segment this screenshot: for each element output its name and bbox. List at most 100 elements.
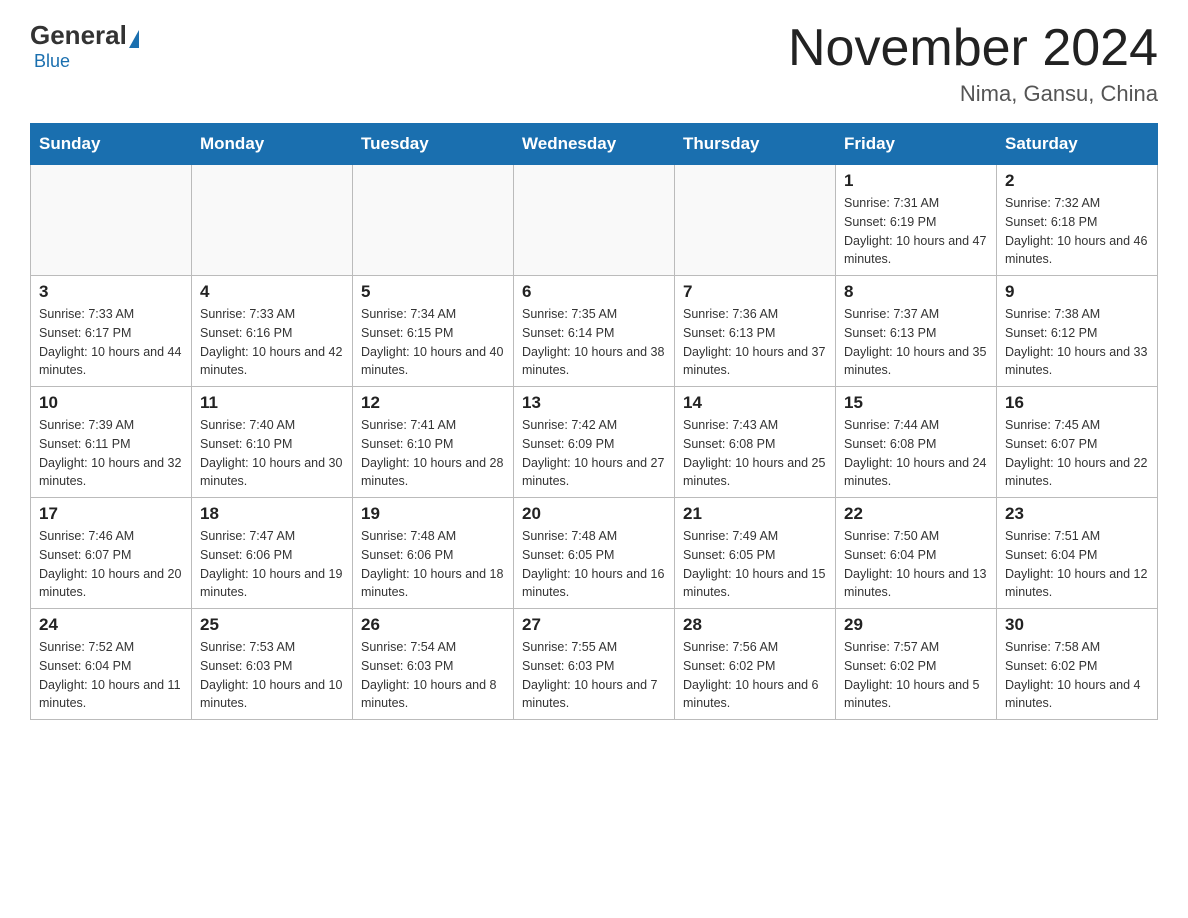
calendar-cell: 24Sunrise: 7:52 AMSunset: 6:04 PMDayligh… <box>31 609 192 720</box>
logo-general-text: General <box>30 20 127 51</box>
logo-blue-text: Blue <box>34 51 70 72</box>
day-number: 25 <box>200 615 344 635</box>
day-number: 26 <box>361 615 505 635</box>
location: Nima, Gansu, China <box>788 81 1158 107</box>
logo-triangle-icon <box>129 30 139 48</box>
calendar-cell: 22 Sunrise: 7:50 AMSunset: 6:04 PMDayligh… <box>836 498 997 609</box>
day-info: Sunrise: 7:35 AMSunset: 6:14 PMDaylight:… <box>522 305 666 380</box>
calendar-cell: 6 Sunrise: 7:35 AMSunset: 6:14 PMDaylight… <box>514 276 675 387</box>
month-title: November 2024 <box>788 20 1158 77</box>
day-info: Sunrise: 7:33 AMSunset: 6:17 PMDaylight:… <box>39 305 183 380</box>
week-row-4: 17Sunrise: 7:46 AMSunset: 6:07 PMDayligh… <box>31 498 1158 609</box>
day-number: 15 <box>844 393 988 413</box>
weekday-header-wednesday: Wednesday <box>514 124 675 165</box>
title-area: November 2024 Nima, Gansu, China <box>788 20 1158 107</box>
day-number: 3 <box>39 282 183 302</box>
day-info: Sunrise: 7:43 AMSunset: 6:08 PMDaylight:… <box>683 416 827 491</box>
calendar-cell: 4 Sunrise: 7:33 AMSunset: 6:16 PMDaylight… <box>192 276 353 387</box>
weekday-header-friday: Friday <box>836 124 997 165</box>
weekday-header-tuesday: Tuesday <box>353 124 514 165</box>
day-info: Sunrise: 7:39 AMSunset: 6:11 PMDaylight:… <box>39 416 183 491</box>
calendar-cell: 29 Sunrise: 7:57 AMSunset: 6:02 PMDayligh… <box>836 609 997 720</box>
day-info: Sunrise: 7:47 AMSunset: 6:06 PMDaylight:… <box>200 527 344 602</box>
calendar-cell: 28Sunrise: 7:56 AMSunset: 6:02 PMDayligh… <box>675 609 836 720</box>
day-info: Sunrise: 7:32 AMSunset: 6:18 PMDaylight:… <box>1005 194 1149 269</box>
calendar-cell: 12 Sunrise: 7:41 AMSunset: 6:10 PMDayligh… <box>353 387 514 498</box>
day-info: Sunrise: 7:49 AMSunset: 6:05 PMDaylight:… <box>683 527 827 602</box>
day-number: 19 <box>361 504 505 524</box>
calendar-cell: 8 Sunrise: 7:37 AMSunset: 6:13 PMDaylight… <box>836 276 997 387</box>
day-number: 13 <box>522 393 666 413</box>
logo: General Blue <box>30 20 141 72</box>
calendar-cell: 2 Sunrise: 7:32 AMSunset: 6:18 PMDaylight… <box>997 165 1158 276</box>
day-info: Sunrise: 7:37 AMSunset: 6:13 PMDaylight:… <box>844 305 988 380</box>
week-row-2: 3 Sunrise: 7:33 AMSunset: 6:17 PMDaylight… <box>31 276 1158 387</box>
day-number: 5 <box>361 282 505 302</box>
day-info: Sunrise: 7:42 AMSunset: 6:09 PMDaylight:… <box>522 416 666 491</box>
day-number: 17 <box>39 504 183 524</box>
header: General Blue November 2024 Nima, Gansu, … <box>30 20 1158 107</box>
day-number: 6 <box>522 282 666 302</box>
day-number: 28 <box>683 615 827 635</box>
day-number: 1 <box>844 171 988 191</box>
day-info: Sunrise: 7:57 AMSunset: 6:02 PMDaylight:… <box>844 638 988 713</box>
day-number: 29 <box>844 615 988 635</box>
calendar-cell: 10 Sunrise: 7:39 AMSunset: 6:11 PMDayligh… <box>31 387 192 498</box>
weekday-header-monday: Monday <box>192 124 353 165</box>
calendar-cell <box>514 165 675 276</box>
weekday-header-sunday: Sunday <box>31 124 192 165</box>
day-info: Sunrise: 7:58 AMSunset: 6:02 PMDaylight:… <box>1005 638 1149 713</box>
calendar-cell: 7 Sunrise: 7:36 AMSunset: 6:13 PMDaylight… <box>675 276 836 387</box>
day-number: 22 <box>844 504 988 524</box>
day-number: 11 <box>200 393 344 413</box>
week-row-5: 24Sunrise: 7:52 AMSunset: 6:04 PMDayligh… <box>31 609 1158 720</box>
calendar-cell: 30Sunrise: 7:58 AMSunset: 6:02 PMDayligh… <box>997 609 1158 720</box>
day-info: Sunrise: 7:34 AMSunset: 6:15 PMDaylight:… <box>361 305 505 380</box>
day-info: Sunrise: 7:55 AMSunset: 6:03 PMDaylight:… <box>522 638 666 713</box>
day-info: Sunrise: 7:40 AMSunset: 6:10 PMDaylight:… <box>200 416 344 491</box>
day-info: Sunrise: 7:33 AMSunset: 6:16 PMDaylight:… <box>200 305 344 380</box>
weekday-header-saturday: Saturday <box>997 124 1158 165</box>
week-row-3: 10 Sunrise: 7:39 AMSunset: 6:11 PMDayligh… <box>31 387 1158 498</box>
day-info: Sunrise: 7:45 AMSunset: 6:07 PMDaylight:… <box>1005 416 1149 491</box>
day-number: 8 <box>844 282 988 302</box>
day-number: 4 <box>200 282 344 302</box>
calendar-cell: 15 Sunrise: 7:44 AMSunset: 6:08 PMDayligh… <box>836 387 997 498</box>
calendar-cell: 25Sunrise: 7:53 AMSunset: 6:03 PMDayligh… <box>192 609 353 720</box>
calendar-cell: 27 Sunrise: 7:55 AMSunset: 6:03 PMDayligh… <box>514 609 675 720</box>
day-number: 7 <box>683 282 827 302</box>
day-number: 12 <box>361 393 505 413</box>
day-number: 18 <box>200 504 344 524</box>
day-number: 10 <box>39 393 183 413</box>
calendar-cell: 19Sunrise: 7:48 AMSunset: 6:06 PMDayligh… <box>353 498 514 609</box>
calendar-cell: 26 Sunrise: 7:54 AMSunset: 6:03 PMDayligh… <box>353 609 514 720</box>
calendar-cell: 1Sunrise: 7:31 AMSunset: 6:19 PMDaylight… <box>836 165 997 276</box>
calendar-cell: 18 Sunrise: 7:47 AMSunset: 6:06 PMDayligh… <box>192 498 353 609</box>
weekday-header-thursday: Thursday <box>675 124 836 165</box>
calendar-cell: 9Sunrise: 7:38 AMSunset: 6:12 PMDaylight… <box>997 276 1158 387</box>
calendar-cell: 20 Sunrise: 7:48 AMSunset: 6:05 PMDayligh… <box>514 498 675 609</box>
calendar-cell: 3 Sunrise: 7:33 AMSunset: 6:17 PMDaylight… <box>31 276 192 387</box>
day-info: Sunrise: 7:41 AMSunset: 6:10 PMDaylight:… <box>361 416 505 491</box>
calendar-table: SundayMondayTuesdayWednesdayThursdayFrid… <box>30 123 1158 720</box>
calendar-cell <box>353 165 514 276</box>
day-info: Sunrise: 7:54 AMSunset: 6:03 PMDaylight:… <box>361 638 505 713</box>
day-info: Sunrise: 7:38 AMSunset: 6:12 PMDaylight:… <box>1005 305 1149 380</box>
day-info: Sunrise: 7:48 AMSunset: 6:05 PMDaylight:… <box>522 527 666 602</box>
calendar-cell <box>192 165 353 276</box>
calendar-cell <box>675 165 836 276</box>
calendar-cell <box>31 165 192 276</box>
day-info: Sunrise: 7:44 AMSunset: 6:08 PMDaylight:… <box>844 416 988 491</box>
day-info: Sunrise: 7:50 AMSunset: 6:04 PMDaylight:… <box>844 527 988 602</box>
week-row-1: 1Sunrise: 7:31 AMSunset: 6:19 PMDaylight… <box>31 165 1158 276</box>
day-number: 2 <box>1005 171 1149 191</box>
calendar-cell: 21Sunrise: 7:49 AMSunset: 6:05 PMDayligh… <box>675 498 836 609</box>
day-info: Sunrise: 7:36 AMSunset: 6:13 PMDaylight:… <box>683 305 827 380</box>
day-number: 20 <box>522 504 666 524</box>
calendar-cell: 23Sunrise: 7:51 AMSunset: 6:04 PMDayligh… <box>997 498 1158 609</box>
calendar-cell: 13 Sunrise: 7:42 AMSunset: 6:09 PMDayligh… <box>514 387 675 498</box>
calendar-cell: 16Sunrise: 7:45 AMSunset: 6:07 PMDayligh… <box>997 387 1158 498</box>
day-number: 27 <box>522 615 666 635</box>
day-info: Sunrise: 7:51 AMSunset: 6:04 PMDaylight:… <box>1005 527 1149 602</box>
calendar-cell: 14Sunrise: 7:43 AMSunset: 6:08 PMDayligh… <box>675 387 836 498</box>
